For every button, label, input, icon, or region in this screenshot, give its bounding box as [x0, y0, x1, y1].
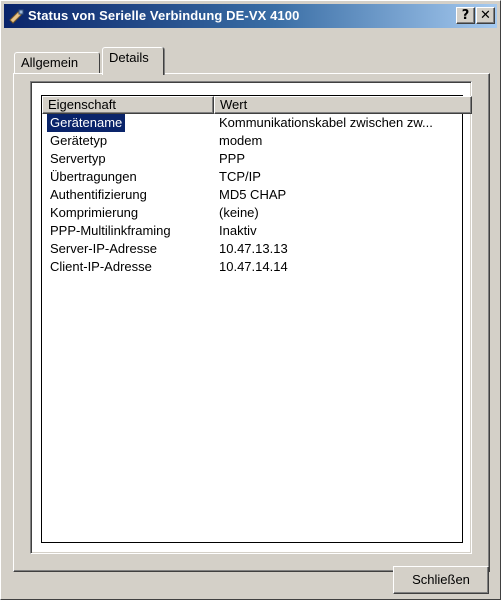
window-title: Status von Serielle Verbindung DE-VX 410… — [28, 8, 300, 23]
property-cell: PPP-Multilinkframing — [50, 223, 171, 238]
table-row[interactable]: PPP-Multilinkframing Inaktiv — [42, 222, 472, 240]
table-row[interactable]: Client-IP-Adresse 10.47.14.14 — [42, 258, 472, 276]
value-cell: Inaktiv — [219, 223, 257, 238]
help-button[interactable]: ? — [456, 7, 475, 24]
listview-body: Eigenschaft Wert Gerätename Kommunikation… — [41, 95, 472, 543]
table-row[interactable]: Komprimierung (keine) — [42, 204, 472, 222]
table-row[interactable]: Server-IP-Adresse 10.47.13.13 — [42, 240, 472, 258]
property-cell: Client-IP-Adresse — [50, 259, 152, 274]
value-cell: PPP — [219, 151, 246, 166]
close-window-button[interactable]: ✕ — [476, 7, 495, 24]
property-cell: Gerätename — [47, 114, 126, 132]
property-cell: Server-IP-Adresse — [50, 241, 157, 256]
listview-rows: Gerätename Kommunikationskabel zwischen z… — [42, 114, 472, 276]
title-bar[interactable]: Status von Serielle Verbindung DE-VX 410… — [4, 4, 497, 28]
property-cell: Servertyp — [50, 151, 106, 166]
tab-details[interactable]: Details — [102, 47, 164, 75]
table-row[interactable]: Gerätename Kommunikationskabel zwischen z… — [42, 114, 472, 132]
value-cell: 10.47.14.14 — [219, 259, 288, 274]
value-cell: 10.47.13.13 — [219, 241, 288, 256]
details-listview[interactable]: Eigenschaft Wert Gerätename Kommunikation… — [30, 81, 472, 554]
table-row[interactable]: Authentifizierung MD5 CHAP — [42, 186, 472, 204]
property-cell: Gerätetyp — [50, 133, 108, 148]
connection-icon — [9, 8, 25, 24]
column-header-eigenschaft[interactable]: Eigenschaft — [42, 96, 214, 114]
property-cell: Komprimierung — [50, 205, 139, 220]
value-cell: MD5 CHAP — [219, 187, 287, 202]
table-row[interactable]: Übertragungen TCP/IP — [42, 168, 472, 186]
property-cell: Authentifizierung — [50, 187, 147, 202]
value-cell: TCP/IP — [219, 169, 261, 184]
value-cell: (keine) — [219, 205, 259, 220]
column-header-wert[interactable]: Wert — [214, 96, 472, 114]
tab-allgemein[interactable]: Allgemein — [14, 52, 100, 74]
dialog-window: Status von Serielle Verbindung DE-VX 410… — [0, 0, 501, 600]
schliessen-button[interactable]: Schließen — [393, 566, 489, 594]
table-row[interactable]: Servertyp PPP — [42, 150, 472, 168]
value-cell: modem — [219, 133, 263, 148]
property-cell: Übertragungen — [50, 169, 137, 184]
value-cell: Kommunikationskabel zwischen zw... — [219, 115, 433, 130]
table-row[interactable]: Gerätetyp modem — [42, 132, 472, 150]
